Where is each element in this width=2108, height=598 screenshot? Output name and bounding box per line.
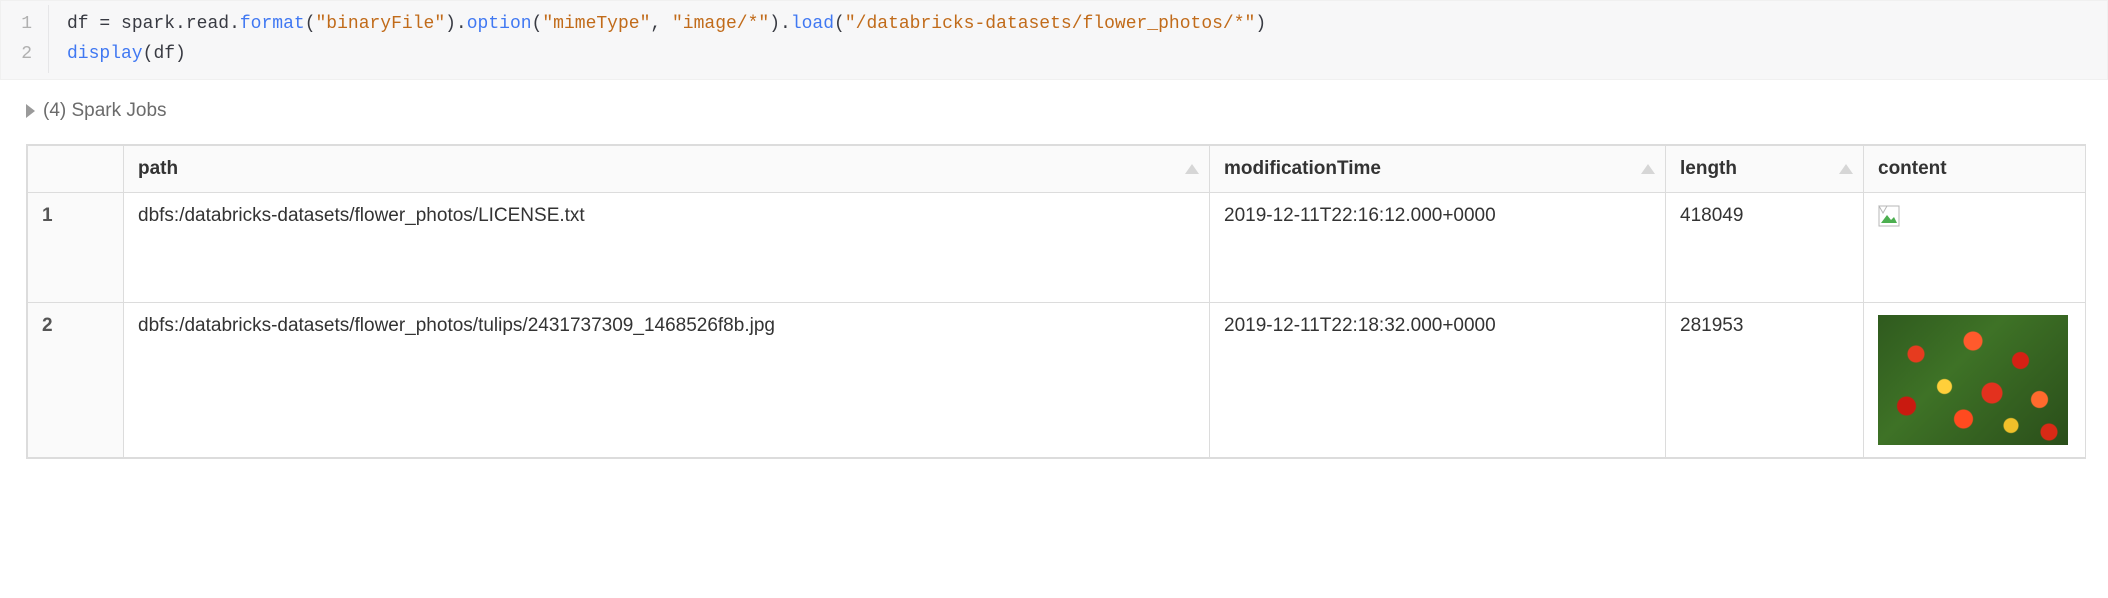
code-token: df xyxy=(67,14,99,34)
code-token: ( xyxy=(532,14,543,34)
line-number: 1 xyxy=(1,9,32,39)
code-token: read xyxy=(186,14,229,34)
line-number: 2 xyxy=(1,39,32,69)
code-token: ) xyxy=(175,44,186,64)
code-token: = xyxy=(99,14,121,34)
cell-content xyxy=(1864,303,2086,458)
code-cell[interactable]: 1 2 df = spark.read.format("binaryFile")… xyxy=(0,0,2108,80)
code-token: ( xyxy=(143,44,154,64)
sort-icon[interactable] xyxy=(1185,164,1199,174)
column-header-length[interactable]: length xyxy=(1666,146,1864,193)
code-token: "image/*" xyxy=(672,14,769,34)
column-header-index xyxy=(28,146,124,193)
cell-length: 418049 xyxy=(1666,193,1864,303)
cell-length: 281953 xyxy=(1666,303,1864,458)
code-token: ( xyxy=(834,14,845,34)
broken-image-icon xyxy=(1878,205,1900,227)
image-thumbnail xyxy=(1878,315,2068,445)
table-row[interactable]: 1dbfs:/databricks-datasets/flower_photos… xyxy=(28,193,2086,303)
column-header-label: path xyxy=(138,158,178,179)
code-token: format xyxy=(240,14,305,34)
code-token: . xyxy=(229,14,240,34)
code-token: ) xyxy=(1255,14,1266,34)
code-token: "mimeType" xyxy=(542,14,650,34)
cell-path: dbfs:/databricks-datasets/flower_photos/… xyxy=(124,193,1210,303)
code-token: ( xyxy=(305,14,316,34)
code-token: spark xyxy=(121,14,175,34)
spark-jobs-label: (4) Spark Jobs xyxy=(43,100,167,122)
cell-modificationtime: 2019-12-11T22:16:12.000+0000 xyxy=(1210,193,1666,303)
code-token: display xyxy=(67,44,143,64)
column-header-path[interactable]: path xyxy=(124,146,1210,193)
cell-content xyxy=(1864,193,2086,303)
spark-jobs-toggle[interactable]: (4) Spark Jobs xyxy=(0,80,2108,144)
cell-path: dbfs:/databricks-datasets/flower_photos/… xyxy=(124,303,1210,458)
code-token: . xyxy=(175,14,186,34)
row-index: 1 xyxy=(28,193,124,303)
sort-icon[interactable] xyxy=(1641,164,1655,174)
code-token: load xyxy=(791,14,834,34)
column-header-label: content xyxy=(1878,158,1947,179)
code-gutter: 1 2 xyxy=(1,5,49,73)
result-table: path modificationTime length xyxy=(26,144,2086,459)
column-header-content[interactable]: content xyxy=(1864,146,2086,193)
code-token: df xyxy=(153,44,175,64)
code-content[interactable]: df = spark.read.format("binaryFile").opt… xyxy=(49,5,1266,73)
cell-modificationtime: 2019-12-11T22:18:32.000+0000 xyxy=(1210,303,1666,458)
code-token: ). xyxy=(445,14,467,34)
column-header-modificationtime[interactable]: modificationTime xyxy=(1210,146,1666,193)
caret-right-icon xyxy=(26,104,35,118)
column-header-label: length xyxy=(1680,158,1737,179)
column-header-label: modificationTime xyxy=(1224,158,1381,179)
sort-icon[interactable] xyxy=(1839,164,1853,174)
row-index: 2 xyxy=(28,303,124,458)
code-token: option xyxy=(467,14,532,34)
code-token: "/databricks-datasets/flower_photos/*" xyxy=(845,14,1255,34)
code-token: ). xyxy=(769,14,791,34)
table-row[interactable]: 2dbfs:/databricks-datasets/flower_photos… xyxy=(28,303,2086,458)
code-token: "binaryFile" xyxy=(316,14,446,34)
code-token: , xyxy=(650,14,672,34)
